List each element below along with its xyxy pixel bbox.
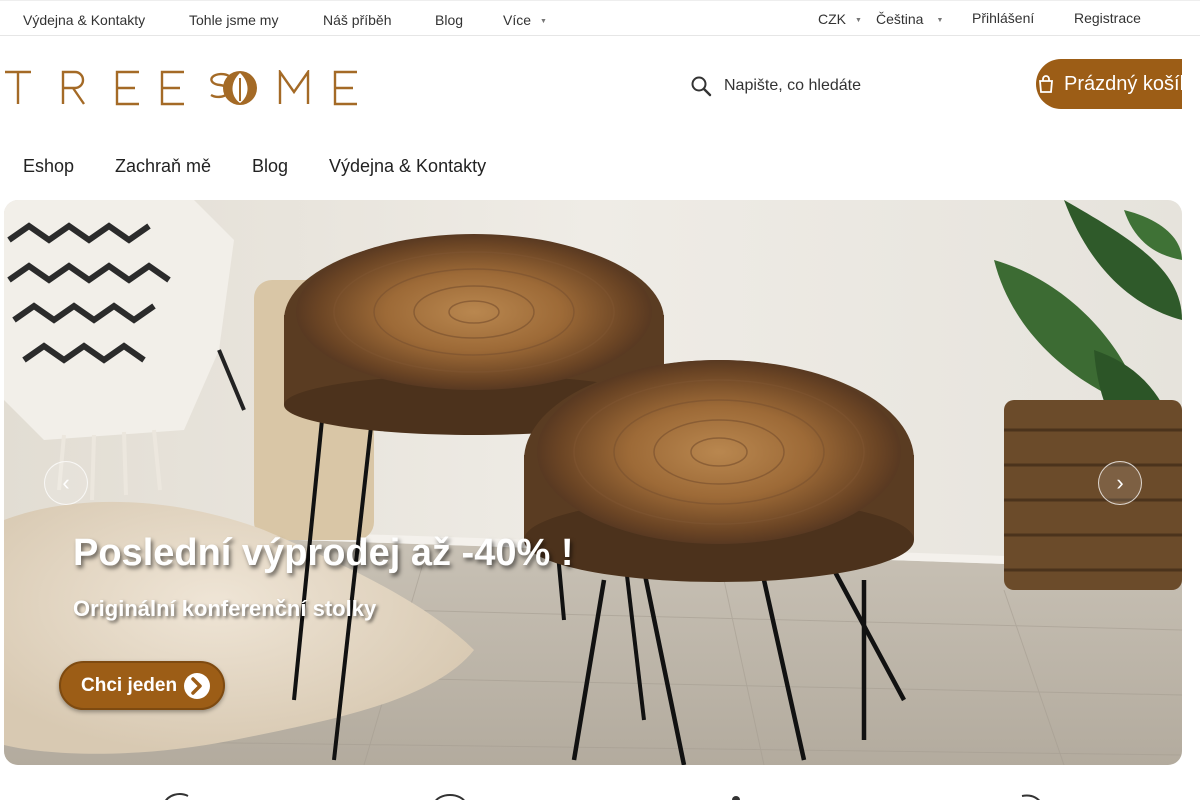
chevron-right-icon: ›	[1116, 470, 1124, 495]
hero-cta-label: Chci jeden	[81, 674, 178, 696]
top-link-more-label: Více	[503, 12, 532, 28]
hero-subline: Originální konferenční stolky	[73, 596, 377, 621]
nav-item-pickup-contacts[interactable]: Výdejna & Kontakty	[329, 156, 486, 177]
cart-button[interactable]: Prázdný košík	[1036, 59, 1182, 109]
language-value: Čeština	[876, 11, 924, 27]
chevron-left-icon: ‹	[62, 470, 70, 495]
search-bar	[690, 70, 1010, 102]
chevron-circle-right-icon	[184, 673, 210, 699]
search-input[interactable]	[724, 77, 984, 95]
cart-icon	[1039, 75, 1053, 93]
nav-item-save-me[interactable]: Zachraň mě	[115, 156, 211, 177]
benefit-icon-1	[165, 793, 189, 800]
register-link[interactable]: Registrace	[1074, 10, 1141, 26]
nav-item-eshop[interactable]: Eshop	[23, 156, 74, 177]
currency-value: CZK	[818, 11, 846, 27]
hero-headline: Poslední výprodej až -40% !	[73, 532, 574, 574]
logo[interactable]	[4, 70, 360, 106]
currency-select[interactable]: CZK ▼	[818, 11, 862, 27]
top-link-our-story[interactable]: Náš příběh	[323, 12, 391, 28]
slider-prev-button[interactable]: ‹	[44, 461, 88, 505]
top-link-pickup-contacts[interactable]: Výdejna & Kontakty	[23, 12, 145, 28]
top-link-more[interactable]: Více ▼	[503, 12, 547, 28]
benefit-icon-4	[1021, 794, 1041, 800]
chevron-down-icon: ▼	[855, 17, 862, 24]
language-select[interactable]: Čeština ▼	[876, 11, 943, 27]
top-link-about-us[interactable]: Tohle jsme my	[189, 12, 278, 28]
top-bar: Výdejna & Kontakty Tohle jsme my Náš pří…	[0, 0, 1200, 36]
benefit-icon-3	[732, 796, 740, 800]
search-icon[interactable]	[690, 75, 712, 97]
benefit-icon-2	[435, 794, 465, 800]
cart-label: Prázdný košík	[1064, 72, 1182, 95]
login-link[interactable]: Přihlášení	[972, 10, 1034, 26]
nav-item-blog[interactable]: Blog	[252, 156, 288, 177]
hero-cta-button[interactable]: Chci jeden	[59, 661, 225, 710]
chevron-down-icon: ▼	[540, 18, 547, 25]
top-link-blog[interactable]: Blog	[435, 12, 463, 28]
hero-banner[interactable]: ‹ › Poslední výprodej až -40% ! Originál…	[4, 200, 1182, 765]
slider-next-button[interactable]: ›	[1098, 461, 1142, 505]
chevron-down-icon: ▼	[936, 17, 944, 24]
